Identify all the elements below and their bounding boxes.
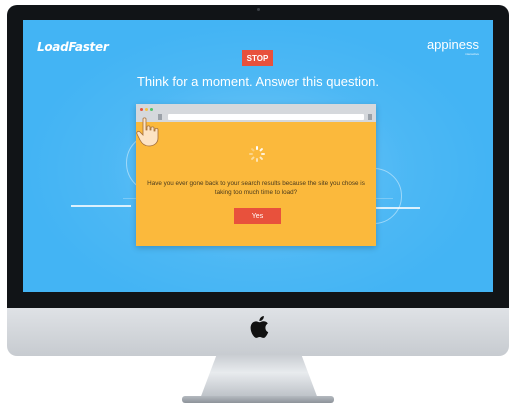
minimize-dot-icon (145, 108, 148, 111)
question-text: Have you ever gone back to your search r… (147, 180, 365, 196)
address-bar (168, 114, 364, 120)
apple-logo-icon (250, 316, 269, 338)
decorative-line-right (375, 207, 420, 209)
monitor-stand (200, 355, 318, 399)
close-dot-icon (140, 108, 143, 111)
monitor-stand-base (182, 396, 334, 403)
pointing-hand-icon (136, 117, 159, 147)
appiness-logo: appiness interactive (427, 38, 479, 56)
headline: Think for a moment. Answer this question… (136, 74, 380, 89)
browser-window-controls (140, 108, 153, 111)
loading-spinner-icon (249, 146, 265, 162)
question-dialog: Have you ever gone back to your search r… (136, 104, 376, 246)
yes-button[interactable]: Yes (234, 208, 281, 224)
camera-dot (257, 8, 260, 11)
browser-menu-icon (368, 114, 372, 120)
appiness-logo-subtext: interactive (465, 52, 479, 56)
loadfaster-logo: LoadFaster (37, 40, 109, 54)
stop-badge: STOP (242, 50, 273, 66)
maximize-dot-icon (150, 108, 153, 111)
browser-toolbar (136, 104, 376, 122)
monitor-screen: LoadFaster appiness interactive STOP Thi… (23, 20, 493, 292)
appiness-logo-text: appiness (426, 37, 479, 52)
decorative-line-left (71, 205, 131, 207)
